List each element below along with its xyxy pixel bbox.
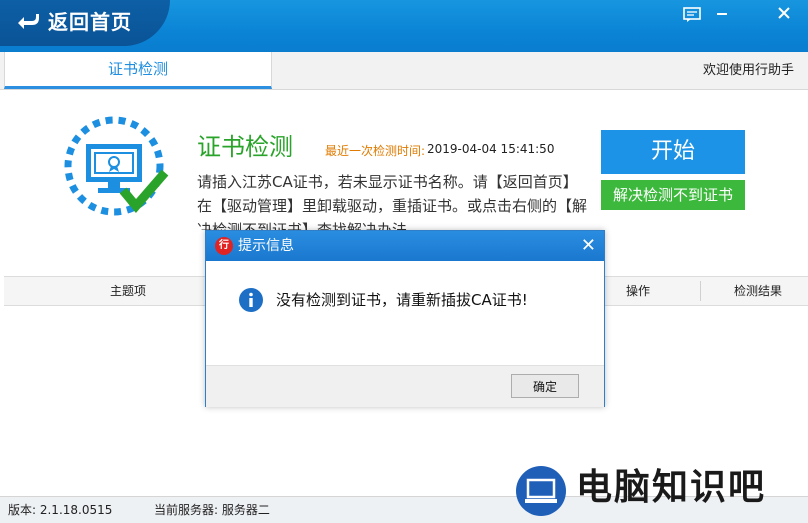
column-result: 检测结果 — [734, 284, 783, 298]
feedback-icon[interactable] — [680, 4, 704, 26]
column-subject: 主题项 — [110, 284, 147, 298]
info-icon — [239, 288, 263, 312]
watermark-text: 电脑知识吧 — [576, 467, 767, 508]
dialog-close-icon[interactable]: ✕ — [581, 231, 596, 261]
last-check-label: 最近一次检测时间: — [325, 144, 426, 158]
column-divider — [700, 281, 701, 301]
welcome-text: 欢迎使用行助手 — [702, 63, 794, 78]
fix-detection-button[interactable]: 解决检测不到证书 — [601, 180, 745, 210]
dialog-title: 提示信息 — [238, 238, 294, 254]
column-action: 操作 — [626, 284, 651, 298]
tab-cert-check[interactable]: 证书检测 — [4, 52, 272, 89]
back-home-button[interactable]: 返回首页 — [0, 0, 170, 46]
app-window: 返回首页 证书检测 欢迎使用行助手 证书检测 最近一次检测时间: 2019-04… — [0, 0, 808, 523]
instruction-text: 请插入江苏CA证书，若未显示证书名称。请【返回首页】在【驱动管理】里卸载驱动，重… — [197, 173, 588, 230]
dialog-title-bar: 行 提示信息 ✕ — [206, 231, 604, 261]
tab-strip: 证书检测 欢迎使用行助手 — [0, 52, 808, 90]
server-text: 当前服务器: 服务器二 — [154, 503, 270, 517]
close-icon[interactable] — [772, 4, 796, 26]
info-dialog: 行 提示信息 ✕ 没有检测到证书，请重新插拔CA证书! 确定 — [205, 230, 605, 407]
dialog-message: 没有检测到证书，请重新插拔CA证书! — [276, 291, 528, 309]
start-button[interactable]: 开始 — [601, 130, 745, 174]
certificate-monitor-icon — [64, 116, 169, 216]
tab-cert-check-label: 证书检测 — [107, 60, 168, 78]
back-arrow-icon — [18, 14, 39, 29]
back-home-label: 返回首页 — [48, 10, 132, 34]
title-bar: 返回首页 — [0, 0, 808, 52]
app-logo-icon: 行 — [215, 237, 233, 255]
last-check-time: 2019-04-04 15:41:50 — [427, 142, 555, 156]
minimize-icon[interactable] — [710, 4, 734, 26]
version-text: 版本: 2.1.18.0515 — [8, 503, 113, 517]
watermark-logo — [516, 466, 566, 516]
page-title: 证书检测 — [197, 133, 293, 161]
ok-button[interactable]: 确定 — [511, 374, 579, 398]
dialog-footer: 确定 — [206, 365, 604, 407]
